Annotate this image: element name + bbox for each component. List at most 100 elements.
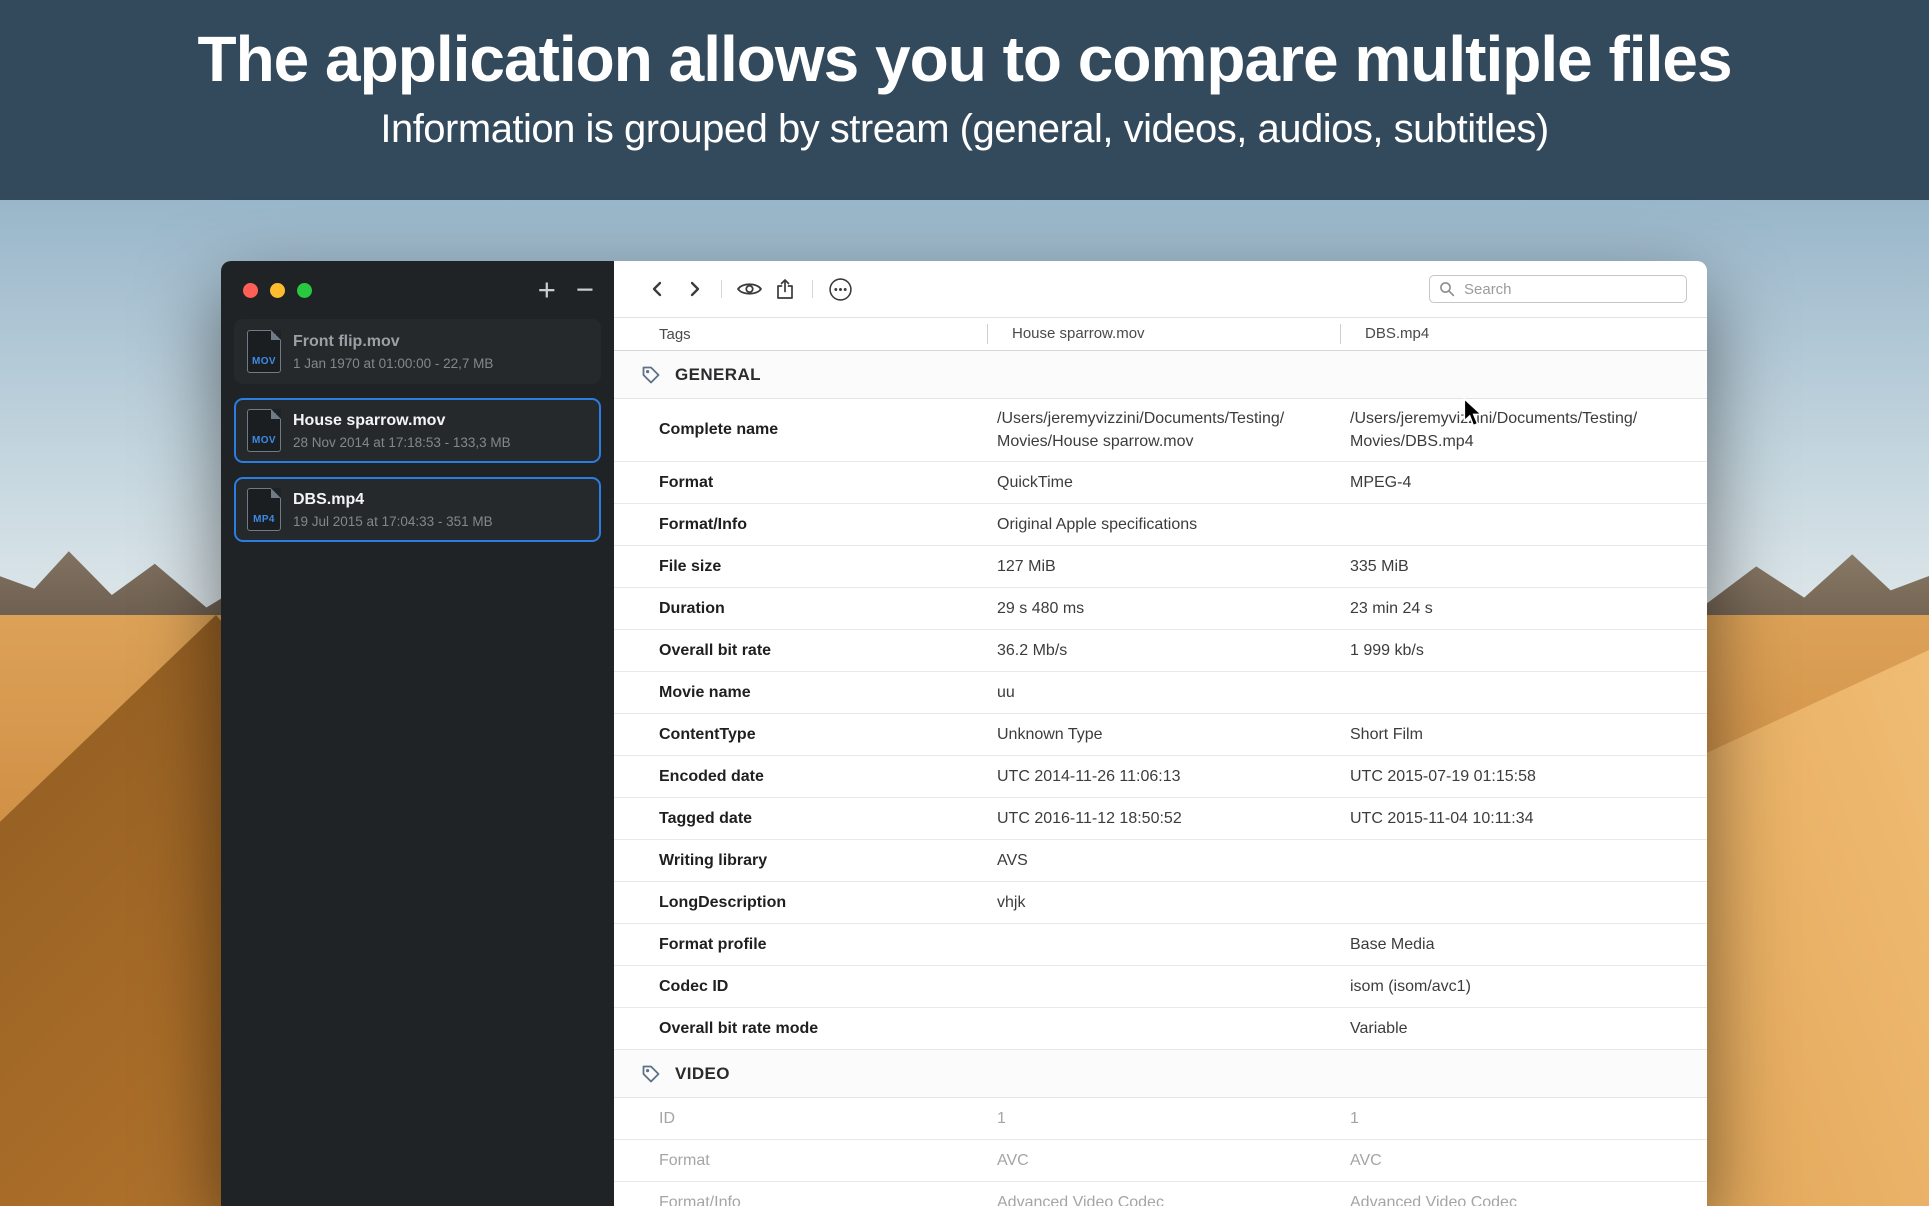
table-row: Movie name uu <box>614 672 1707 714</box>
row-label: ContentType <box>614 720 987 750</box>
search-icon <box>1439 281 1455 297</box>
row-label: LongDescription <box>614 888 987 918</box>
row-value-2: 1 <box>1340 1099 1707 1138</box>
row-value-2: 1 999 kb/s <box>1340 631 1707 670</box>
remove-file-button[interactable]: − <box>576 276 594 304</box>
row-value-1 <box>987 937 1340 953</box>
section-title: VIDEO <box>675 1064 730 1084</box>
row-value-1: Advanced Video Codec <box>987 1183 1340 1206</box>
table-row: Format AVC AVC <box>614 1140 1707 1182</box>
close-button[interactable] <box>243 283 258 298</box>
file-list-item[interactable]: MP4 DBS.mp4 19 Jul 2015 at 17:04:33 - 35… <box>234 477 601 542</box>
row-value-2: UTC 2015-07-19 01:15:58 <box>1340 757 1707 796</box>
share-button[interactable] <box>767 272 803 306</box>
row-value-1: 29 s 480 ms <box>987 589 1340 628</box>
file-meta: 1 Jan 1970 at 01:00:00 - 22,7 MB <box>293 356 493 371</box>
row-value-1: 36.2 Mb/s <box>987 631 1340 670</box>
row-label: Format <box>614 468 987 498</box>
row-value-2: 335 MiB <box>1340 547 1707 586</box>
table-row: ID 1 1 <box>614 1098 1707 1140</box>
row-label: Overall bit rate mode <box>614 1014 987 1044</box>
row-value-1: AVC <box>987 1141 1340 1180</box>
row-label: Duration <box>614 594 987 624</box>
back-button[interactable] <box>640 272 676 306</box>
sidebar-header: + − <box>221 261 614 319</box>
file-ext-label: MOV <box>252 435 276 446</box>
comparison-pane: Tags House sparrow.mov DBS.mp4 GENERAL C… <box>614 261 1707 1206</box>
file-name: House sparrow.mov <box>293 412 511 430</box>
more-options-button[interactable] <box>822 272 858 306</box>
row-value-2: Advanced Video Codec <box>1340 1183 1707 1206</box>
table-row: Format profile Base Media <box>614 924 1707 966</box>
row-label: ID <box>614 1104 987 1134</box>
row-value-2: AVC <box>1340 1141 1707 1180</box>
window-controls <box>243 283 312 298</box>
minimize-button[interactable] <box>270 283 285 298</box>
row-value-1: 1 <box>987 1099 1340 1138</box>
row-value-1 <box>987 1021 1340 1037</box>
file-list-item[interactable]: MOV House sparrow.mov 28 Nov 2014 at 17:… <box>234 398 601 463</box>
table-row: Codec ID isom (isom/avc1) <box>614 966 1707 1008</box>
app-window: + − MOV Front flip.mov 1 Jan 1970 at 01:… <box>221 261 1707 1206</box>
promo-banner: The application allows you to compare mu… <box>0 0 1929 200</box>
section-video: VIDEO ID 1 1 Format AVC AVC <box>614 1050 1707 1206</box>
toolbar-divider <box>721 280 722 298</box>
file-text: DBS.mp4 19 Jul 2015 at 17:04:33 - 351 MB <box>293 491 493 529</box>
sidebar-actions: + − <box>538 276 594 304</box>
row-label: Format/Info <box>614 1188 987 1206</box>
file-ext-label: MOV <box>252 356 276 367</box>
row-value-2 <box>1340 685 1707 701</box>
chevron-left-icon <box>654 283 660 295</box>
add-file-button[interactable]: + <box>538 276 556 304</box>
file-text: House sparrow.mov 28 Nov 2014 at 17:18:5… <box>293 412 511 450</box>
zoom-button[interactable] <box>297 283 312 298</box>
row-label: Format profile <box>614 930 987 960</box>
table-row: Format QuickTime MPEG-4 <box>614 462 1707 504</box>
row-label: File size <box>614 552 987 582</box>
forward-button[interactable] <box>676 272 712 306</box>
search-field <box>1429 275 1687 303</box>
toolbar-divider <box>812 280 813 298</box>
table-header: Tags House sparrow.mov DBS.mp4 <box>614 317 1707 351</box>
row-value-2 <box>1340 895 1707 911</box>
file-text: Front flip.mov 1 Jan 1970 at 01:00:00 - … <box>293 333 493 371</box>
banner-subtitle: Information is grouped by stream (genera… <box>0 107 1929 152</box>
column-header-file1: House sparrow.mov <box>987 324 1340 344</box>
share-icon <box>775 278 795 300</box>
row-value-2: MPEG-4 <box>1340 463 1707 502</box>
table-row: Format/Info Original Apple specification… <box>614 504 1707 546</box>
row-label: Overall bit rate <box>614 636 987 666</box>
row-value-2: UTC 2015-11-04 10:11:34 <box>1340 799 1707 838</box>
row-label: Complete name <box>614 415 987 445</box>
eye-icon <box>737 280 762 298</box>
table-row: Format/Info Advanced Video Codec Advance… <box>614 1182 1707 1206</box>
file-sidebar: + − MOV Front flip.mov 1 Jan 1970 at 01:… <box>221 261 614 1206</box>
row-value-1: Unknown Type <box>987 715 1340 754</box>
table-scroll-area[interactable]: GENERAL Complete name /Users/jeremyvizzi… <box>614 351 1707 1206</box>
row-value-2: isom (isom/avc1) <box>1340 967 1707 1006</box>
table-row: Writing library AVS <box>614 840 1707 882</box>
file-name: DBS.mp4 <box>293 491 493 509</box>
banner-title: The application allows you to compare mu… <box>0 26 1929 93</box>
row-value-1: vhjk <box>987 883 1340 922</box>
file-list: MOV Front flip.mov 1 Jan 1970 at 01:00:0… <box>221 319 614 542</box>
chevron-right-icon <box>692 283 698 295</box>
section-general: GENERAL Complete name /Users/jeremyvizzi… <box>614 351 1707 1050</box>
table-row: LongDescription vhjk <box>614 882 1707 924</box>
row-value-1: QuickTime <box>987 463 1340 502</box>
row-value-1: uu <box>987 673 1340 712</box>
file-type-icon: MOV <box>247 409 281 452</box>
row-value-1: UTC 2014-11-26 11:06:13 <box>987 757 1340 796</box>
file-list-item[interactable]: MOV Front flip.mov 1 Jan 1970 at 01:00:0… <box>234 319 601 384</box>
section-header-general: GENERAL <box>614 351 1707 399</box>
row-value-2: /Users/jeremyvizzini/Documents/Testing/ … <box>1340 399 1707 461</box>
table-row: Encoded date UTC 2014-11-26 11:06:13 UTC… <box>614 756 1707 798</box>
section-rows: Complete name /Users/jeremyvizzini/Docum… <box>614 399 1707 1050</box>
preview-button[interactable] <box>731 272 767 306</box>
row-value-1: UTC 2016-11-12 18:50:52 <box>987 799 1340 838</box>
row-value-2: Short Film <box>1340 715 1707 754</box>
toolbar <box>614 261 1707 317</box>
search-input[interactable] <box>1462 280 1677 299</box>
row-value-1 <box>987 979 1340 995</box>
tag-icon <box>640 364 662 386</box>
